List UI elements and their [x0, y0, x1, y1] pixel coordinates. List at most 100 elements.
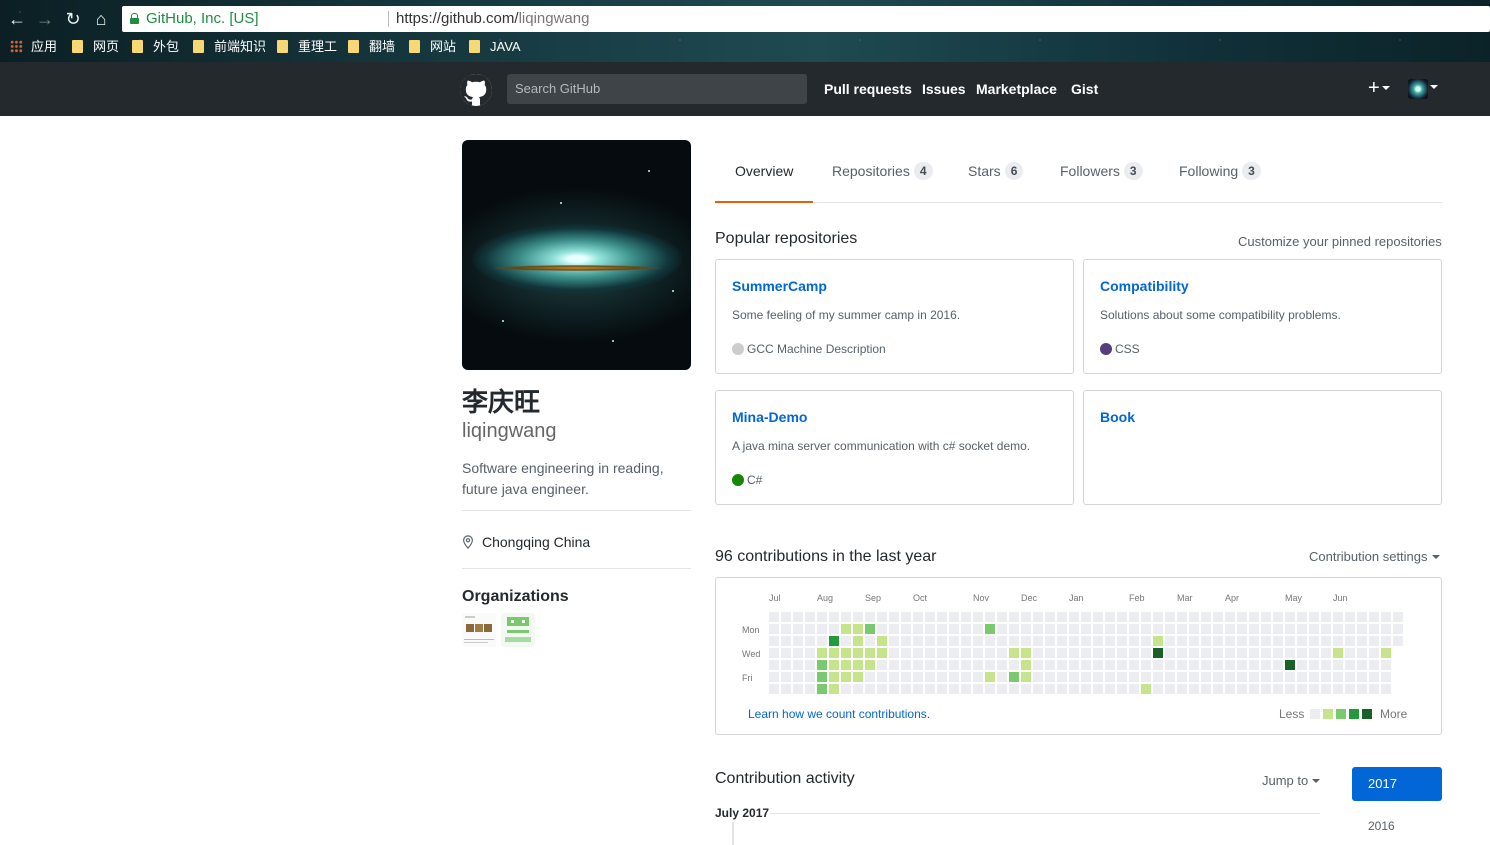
contribution-day[interactable] — [1033, 624, 1043, 634]
contribution-day[interactable] — [889, 684, 899, 694]
contribution-day[interactable] — [1021, 660, 1031, 670]
contribution-day[interactable] — [985, 624, 995, 634]
contribution-day[interactable] — [925, 636, 935, 646]
contribution-day[interactable] — [1189, 672, 1199, 682]
contribution-day[interactable] — [1357, 648, 1367, 658]
contribution-day[interactable] — [793, 660, 803, 670]
contribution-day[interactable] — [1009, 612, 1019, 622]
bookmark-folder[interactable]: 重理工 — [277, 39, 337, 55]
contribution-day[interactable] — [1153, 648, 1163, 658]
contribution-day[interactable] — [853, 660, 863, 670]
contribution-day[interactable] — [1153, 684, 1163, 694]
contribution-day[interactable] — [1285, 672, 1295, 682]
contribution-day[interactable] — [949, 672, 959, 682]
contribution-day[interactable] — [1129, 612, 1139, 622]
contribution-day[interactable] — [805, 612, 815, 622]
contribution-day[interactable] — [997, 648, 1007, 658]
contribution-day[interactable] — [1189, 612, 1199, 622]
contribution-day[interactable] — [1129, 624, 1139, 634]
contribution-day[interactable] — [1009, 660, 1019, 670]
contribution-day[interactable] — [973, 684, 983, 694]
contribution-day[interactable] — [1009, 624, 1019, 634]
contribution-day[interactable] — [1081, 672, 1091, 682]
contribution-day[interactable] — [949, 660, 959, 670]
contribution-day[interactable] — [1273, 660, 1283, 670]
contribution-day[interactable] — [865, 660, 875, 670]
contribution-day[interactable] — [1249, 648, 1259, 658]
contribution-day[interactable] — [1213, 684, 1223, 694]
contribution-day[interactable] — [805, 684, 815, 694]
contribution-day[interactable] — [1009, 648, 1019, 658]
contribution-day[interactable] — [901, 660, 911, 670]
contribution-day[interactable] — [937, 684, 947, 694]
contribution-day[interactable] — [841, 684, 851, 694]
contribution-day[interactable] — [1237, 636, 1247, 646]
contribution-day[interactable] — [769, 636, 779, 646]
contribution-day[interactable] — [877, 684, 887, 694]
contribution-day[interactable] — [781, 684, 791, 694]
contribution-day[interactable] — [1117, 648, 1127, 658]
contribution-day[interactable] — [1237, 684, 1247, 694]
contribution-day[interactable] — [829, 636, 839, 646]
contribution-day[interactable] — [1129, 636, 1139, 646]
contribution-day[interactable] — [1381, 684, 1391, 694]
contribution-day[interactable] — [961, 612, 971, 622]
contribution-day[interactable] — [973, 672, 983, 682]
contribution-day[interactable] — [769, 612, 779, 622]
contribution-day[interactable] — [1369, 660, 1379, 670]
contribution-day[interactable] — [1261, 636, 1271, 646]
contribution-day[interactable] — [1393, 636, 1403, 646]
contribution-day[interactable] — [865, 612, 875, 622]
contribution-day[interactable] — [1393, 624, 1403, 634]
contribution-day[interactable] — [1333, 624, 1343, 634]
contribution-day[interactable] — [1105, 636, 1115, 646]
contribution-day[interactable] — [781, 672, 791, 682]
contribution-day[interactable] — [1081, 684, 1091, 694]
contribution-day[interactable] — [1213, 636, 1223, 646]
contribution-day[interactable] — [1201, 636, 1211, 646]
contribution-day[interactable] — [985, 672, 995, 682]
nav-issues[interactable]: Issues — [922, 81, 966, 97]
contribution-day[interactable] — [1117, 684, 1127, 694]
contribution-day[interactable] — [1285, 660, 1295, 670]
contribution-day[interactable] — [1081, 648, 1091, 658]
contribution-day[interactable] — [1129, 684, 1139, 694]
contribution-day[interactable] — [1141, 648, 1151, 658]
contribution-day[interactable] — [913, 624, 923, 634]
contribution-day[interactable] — [1321, 660, 1331, 670]
contribution-day[interactable] — [1057, 672, 1067, 682]
contribution-day[interactable] — [1381, 636, 1391, 646]
contribution-day[interactable] — [1045, 684, 1055, 694]
contribution-day[interactable] — [1333, 660, 1343, 670]
bookmark-apps[interactable]: 应用 — [10, 39, 57, 55]
contribution-day[interactable] — [937, 624, 947, 634]
contribution-day[interactable] — [889, 636, 899, 646]
contribution-day[interactable] — [1309, 660, 1319, 670]
contribution-day[interactable] — [1021, 684, 1031, 694]
contribution-day[interactable] — [1225, 672, 1235, 682]
contribution-day[interactable] — [1381, 648, 1391, 658]
contribution-day[interactable] — [805, 648, 815, 658]
contribution-day[interactable] — [913, 648, 923, 658]
contribution-day[interactable] — [1153, 636, 1163, 646]
contribution-day[interactable] — [1333, 612, 1343, 622]
contribution-day[interactable] — [853, 636, 863, 646]
contribution-day[interactable] — [1021, 612, 1031, 622]
contribution-day[interactable] — [1321, 636, 1331, 646]
contribution-day[interactable] — [889, 660, 899, 670]
nav-gist[interactable]: Gist — [1071, 81, 1098, 97]
tab-overview[interactable]: Overview — [715, 140, 814, 203]
contribution-day[interactable] — [1333, 684, 1343, 694]
contribution-day[interactable] — [1345, 648, 1355, 658]
contribution-day[interactable] — [829, 612, 839, 622]
contribution-day[interactable] — [961, 672, 971, 682]
contribution-day[interactable] — [877, 624, 887, 634]
contribution-day[interactable] — [1117, 636, 1127, 646]
contribution-day[interactable] — [1177, 672, 1187, 682]
contribution-day[interactable] — [1105, 684, 1115, 694]
tab-followers[interactable]: Followers 3 — [1040, 140, 1163, 203]
contribution-day[interactable] — [1081, 660, 1091, 670]
contribution-day[interactable] — [829, 660, 839, 670]
contribution-day[interactable] — [1321, 672, 1331, 682]
contribution-day[interactable] — [973, 636, 983, 646]
